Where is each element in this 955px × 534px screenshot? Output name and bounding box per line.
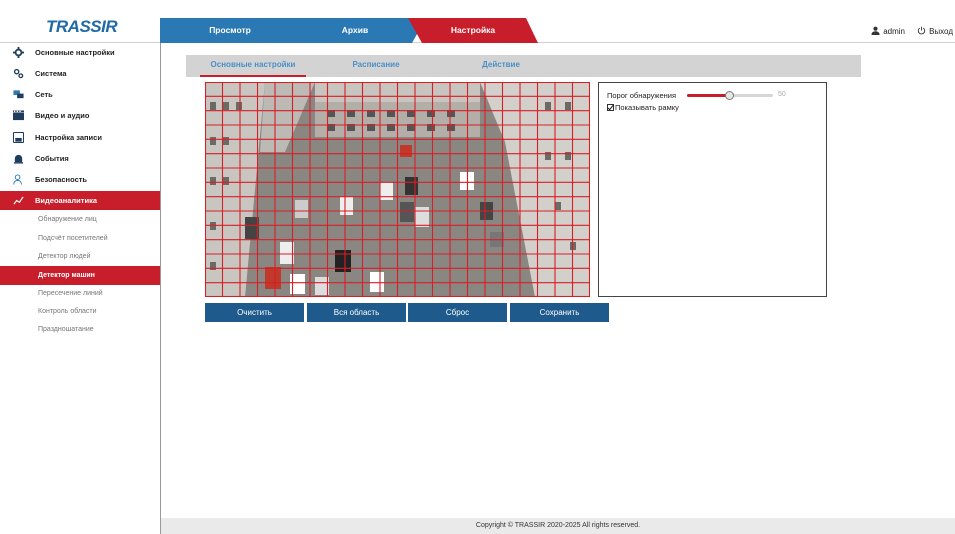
- sidebar-subitem-car-detector[interactable]: Детектор машин: [0, 266, 160, 285]
- sidebar-item-label: Основные настройки: [35, 48, 115, 57]
- disk-icon: [13, 132, 24, 143]
- sidebar-subitem-face-detection[interactable]: Обнаружение лиц: [0, 210, 160, 229]
- reset-button[interactable]: Сброс: [408, 303, 507, 322]
- user-shield-icon: [13, 174, 22, 185]
- tab-view[interactable]: Просмотр: [160, 18, 300, 43]
- sidebar-subitem-people-detector[interactable]: Детектор людей: [0, 247, 160, 266]
- sidebar-item-recording[interactable]: Настройка записи: [0, 128, 160, 147]
- save-button[interactable]: Сохранить: [510, 303, 609, 322]
- subtabs-bar: Основные настройки Расписание Действие: [186, 55, 861, 77]
- sidebar-subitem-label: Детектор машин: [38, 272, 95, 279]
- sidebar-subitem-label: Детектор людей: [38, 253, 91, 260]
- user-icon: [871, 26, 880, 35]
- tab-settings-label: Настройка: [450, 25, 496, 35]
- sidebar-item-video-audio[interactable]: Видео и аудио: [0, 106, 160, 125]
- checkbox-checked-icon[interactable]: [607, 104, 614, 111]
- sidebar-item-label: Видеоаналитика: [35, 196, 97, 205]
- sidebar-subitem-label: Подсчёт посетителей: [38, 235, 108, 242]
- footer-copyright: Copyright © TRASSIR 2020-2025 All rights…: [161, 518, 955, 534]
- trassir-logo[interactable]: TRASSIR: [46, 17, 118, 37]
- show-frame-checkbox[interactable]: Показывать рамку: [607, 103, 679, 112]
- logout-button[interactable]: Выход: [917, 26, 953, 36]
- tab-archive[interactable]: Архив: [284, 18, 426, 43]
- network-icon: [13, 90, 24, 99]
- sidebar-item-basic-settings[interactable]: Основные настройки: [0, 43, 160, 62]
- sidebar-subitem-label: Контроль области: [38, 308, 97, 315]
- sidebar-subitem-loitering[interactable]: Праздношатание: [0, 320, 160, 339]
- sidebar-item-label: События: [35, 154, 69, 163]
- gear-icon: [13, 47, 24, 58]
- sidebar-subitem-line-crossing[interactable]: Пересечение линий: [0, 284, 160, 303]
- sidebar-item-label: Настройка записи: [35, 133, 102, 142]
- clear-button[interactable]: Очистить: [205, 303, 304, 322]
- subtab-action[interactable]: Действие: [461, 55, 541, 77]
- user-menu[interactable]: admin: [871, 26, 905, 36]
- sidebar-item-events[interactable]: События: [0, 149, 160, 168]
- threshold-slider-fill: [687, 94, 730, 97]
- sidebar-item-security[interactable]: Безопасность: [0, 170, 160, 189]
- threshold-label: Порог обнаружения: [607, 91, 677, 100]
- username: admin: [883, 27, 905, 36]
- sidebar-subitem-label: Праздношатание: [38, 326, 94, 333]
- threshold-slider[interactable]: [687, 91, 773, 100]
- sidebar-subitem-label: Пересечение линий: [38, 290, 103, 297]
- alarm-icon: [13, 154, 24, 164]
- sidebar-subitem-visitor-count[interactable]: Подсчёт посетителей: [0, 229, 160, 248]
- sidebar-item-network[interactable]: Сеть: [0, 85, 160, 104]
- show-frame-label: Показывать рамку: [615, 103, 679, 112]
- tab-settings[interactable]: Настройка: [408, 18, 538, 43]
- threshold-slider-handle[interactable]: [725, 91, 734, 100]
- sidebar-item-label: Видео и аудио: [35, 111, 90, 120]
- film-icon: [13, 110, 24, 121]
- threshold-value: 50: [778, 91, 786, 98]
- sidebar-item-system[interactable]: Система: [0, 64, 160, 83]
- gears-icon: [13, 68, 24, 79]
- sidebar-item-label: Сеть: [35, 90, 53, 99]
- power-icon: [917, 26, 926, 35]
- sidebar: Основные настройки Система Сеть Видео и …: [0, 43, 161, 534]
- subtab-schedule[interactable]: Расписание: [336, 55, 416, 77]
- sidebar-subitem-label: Обнаружение лиц: [38, 216, 97, 223]
- detection-grid[interactable]: [205, 82, 590, 297]
- analytics-icon: [13, 196, 24, 205]
- logout-label: Выход: [929, 27, 953, 36]
- sidebar-subitem-area-control[interactable]: Контроль области: [0, 302, 160, 321]
- subtab-basic-settings[interactable]: Основные настройки: [200, 55, 306, 77]
- logo-text: TRASSIR: [46, 17, 118, 36]
- tab-archive-label: Архив: [341, 25, 369, 35]
- sidebar-item-label: Система: [35, 69, 67, 78]
- sidebar-item-video-analytics[interactable]: Видеоаналитика: [0, 191, 160, 210]
- sidebar-item-label: Безопасность: [35, 175, 88, 184]
- tab-view-label: Просмотр: [209, 25, 251, 35]
- top-bar: TRASSIR Просмотр Архив Настройка admin В…: [0, 10, 955, 43]
- all-area-button[interactable]: Вся область: [307, 303, 406, 322]
- detector-settings-panel: Порог обнаружения 50 Показывать рамку: [598, 82, 827, 297]
